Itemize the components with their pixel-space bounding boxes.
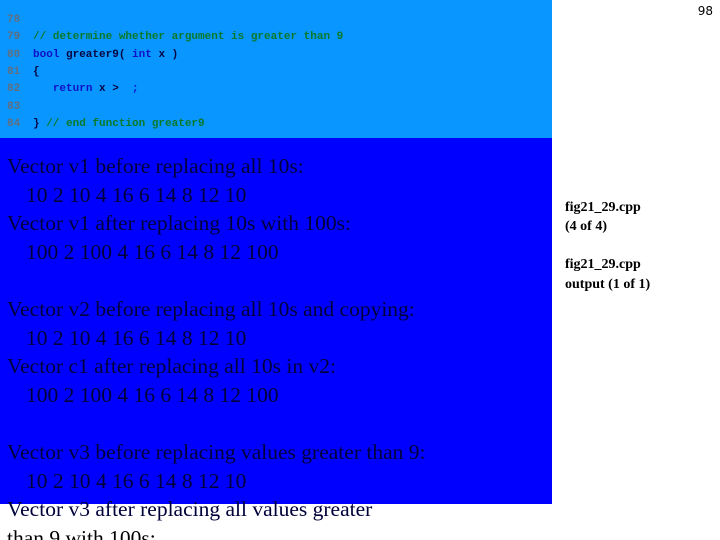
code-token-keyword: ;	[125, 83, 139, 96]
output-text-line: Vector v2 before replacing all 10s and c…	[7, 297, 415, 321]
line-number: 81	[7, 65, 21, 78]
output-text-line: than 9 with 100s:	[7, 525, 156, 540]
code-token-ident: }	[33, 117, 40, 130]
output-values-line: 10 2 10 4 16 6 14 8 12 10	[26, 325, 247, 350]
code-token-ident: x )	[151, 48, 179, 61]
code-text: } // end function greater9	[33, 116, 205, 133]
code-text: // determine whether argument is greater…	[33, 29, 343, 46]
output-values-line: 10 2 10 4 16 6 14 8 12 10	[26, 182, 247, 207]
line-number: 78	[7, 14, 21, 26]
output-text-line: Vector v1 before replacing all 10s:	[7, 154, 304, 178]
output-text-line: Vector v1 after replacing 10s with 100s:	[7, 211, 351, 236]
code-token-ident: greater9(	[59, 48, 133, 61]
line-number: 80	[7, 48, 21, 61]
line-number: 83	[7, 100, 21, 113]
output-caption-part: output (1 of 1)	[565, 277, 651, 292]
output-values-line: 100 2 100 4 16 6 14 8 12 100	[26, 239, 279, 264]
code-token-comment: // end function greater9	[39, 117, 205, 130]
output-text-line: Vector c1 after replacing all 10s in v2:	[7, 354, 336, 379]
code-token-keyword: bool	[33, 48, 60, 61]
source-caption-part: (4 of 4)	[565, 219, 607, 234]
code-token-keyword: return	[52, 83, 93, 96]
code-token-keyword: int	[132, 48, 152, 61]
code-token-ident: x >	[92, 83, 126, 96]
code-token-comment: // determine whether argument is greater…	[33, 31, 344, 44]
output-text-line: Vector v3 after replacing all values gre…	[7, 497, 373, 522]
output-values-line: 100 2 100 4 16 6 14 8 12 100	[26, 382, 279, 407]
output-caption-title: fig21_29.cpp	[565, 257, 641, 272]
line-number: 84	[7, 117, 21, 130]
output-values-line: 10 2 10 4 16 6 14 8 12 10	[26, 468, 247, 493]
code-text: {	[33, 64, 40, 81]
page-number: 98	[697, 4, 713, 18]
code-text: bool greater9( int x )	[33, 47, 178, 64]
line-number: 79	[7, 31, 21, 44]
line-number: 82	[7, 83, 21, 96]
source-caption-title: fig21_29.cpp	[565, 200, 641, 215]
code-token-ident: {	[33, 65, 40, 78]
code-text: return x > ;	[33, 81, 139, 98]
code-token-ident	[33, 83, 53, 95]
output-text-line: Vector v3 before replacing values greate…	[7, 440, 426, 464]
